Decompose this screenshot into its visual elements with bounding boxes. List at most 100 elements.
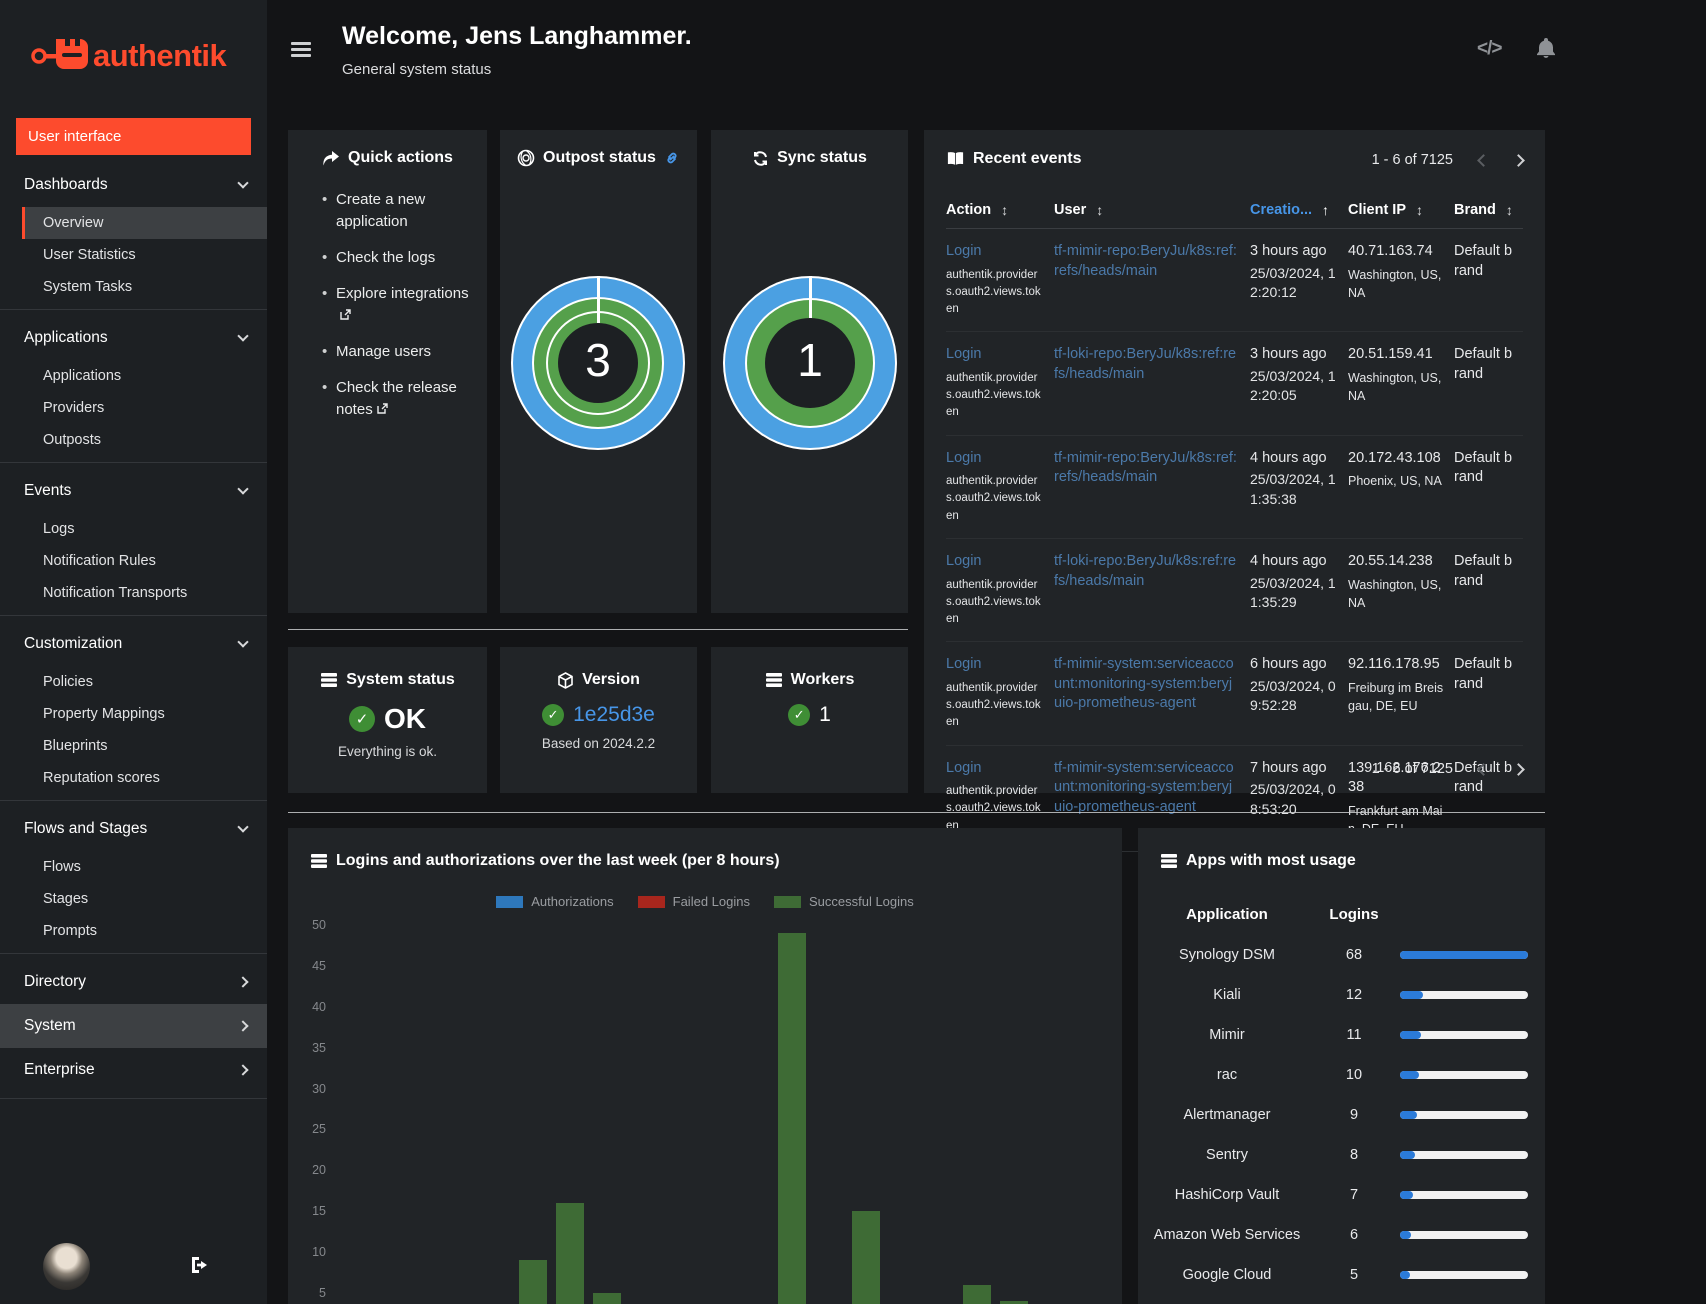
sidebar-item-notification-transports[interactable]: Notification Transports <box>22 577 267 609</box>
event-timestamp: 25/03/2024, 12:20:12 <box>1250 264 1336 301</box>
sidebar-item-outposts[interactable]: Outposts <box>22 424 267 456</box>
event-user-link[interactable]: tf-mimir-repo:BeryJu/k8s:ref:refs/heads/… <box>1054 449 1240 488</box>
event-action-link[interactable]: Login <box>946 242 1044 262</box>
sidebar-item-blueprints[interactable]: Blueprints <box>22 730 267 762</box>
api-browser-icon[interactable]: </> <box>1477 38 1503 60</box>
sidebar-divider <box>0 800 267 801</box>
sidebar-group-label: Customization <box>24 635 123 652</box>
quick-action-link[interactable]: Check the release notes <box>322 377 477 421</box>
notification-bell-icon[interactable] <box>1535 36 1557 60</box>
apps-table-row: Sentry 8 <box>1138 1135 1545 1175</box>
sidebar-divider <box>0 953 267 954</box>
column-header-action[interactable]: Action ↕ <box>946 202 1054 218</box>
quick-action-link[interactable]: Create a new application <box>322 189 477 233</box>
sidebar-item-property-mappings[interactable]: Property Mappings <box>22 698 267 730</box>
sidebar-item-prompts[interactable]: Prompts <box>22 915 267 947</box>
event-user-link[interactable]: tf-mimir-system:serviceaccount:monitorin… <box>1054 759 1240 818</box>
sidebar-item-system-tasks[interactable]: System Tasks <box>22 271 267 303</box>
column-header-creatio[interactable]: Creatio... ↑ <box>1250 202 1348 218</box>
app-name: Synology DSM <box>1179 947 1275 963</box>
sort-icon[interactable]: ↕ <box>1096 202 1103 218</box>
version-title: Version <box>582 671 640 688</box>
sidebar-group-applications[interactable]: Applications <box>0 316 267 360</box>
sidebar-item-flows[interactable]: Flows <box>22 851 267 883</box>
sync-icon <box>752 150 769 167</box>
app-usage-progress-bar <box>1400 1111 1528 1119</box>
pagination-next-icon[interactable] <box>1512 153 1525 167</box>
outpost-status-donut: 3 <box>511 276 685 450</box>
sidebar-item-reputation-scores[interactable]: Reputation scores <box>22 762 267 794</box>
chevron-down-icon <box>237 330 249 342</box>
event-action-link[interactable]: Login <box>946 759 1044 779</box>
event-timestamp: 25/03/2024, 11:35:38 <box>1250 471 1336 507</box>
outpost-status-card: Outpost status 3 <box>500 130 697 613</box>
chart-bar-successful-logins <box>593 1293 622 1304</box>
sidebar-group-enterprise[interactable]: Enterprise <box>0 1048 267 1092</box>
quick-action-link[interactable]: Explore integrations <box>322 283 477 327</box>
event-action-link[interactable]: Login <box>946 449 1044 469</box>
app-name: Alertmanager <box>1183 1107 1271 1123</box>
app-usage-progress-fill <box>1400 1151 1415 1159</box>
sidebar-group-dashboards[interactable]: Dashboards <box>0 163 267 207</box>
outpost-icon <box>517 149 535 167</box>
sidebar-item-user-statistics[interactable]: User Statistics <box>22 239 267 271</box>
event-action-link[interactable]: Login <box>946 345 1044 365</box>
column-header-clientip[interactable]: Client IP ↕ <box>1348 202 1454 218</box>
app-usage-progress-fill <box>1400 951 1528 959</box>
app-name: Sentry <box>1206 1147 1248 1163</box>
sort-asc-icon[interactable]: ↑ <box>1322 202 1329 218</box>
version-value-link[interactable]: 1e25d3e <box>573 703 655 727</box>
outpost-link-icon[interactable] <box>664 150 680 166</box>
sidebar-group-system[interactable]: System <box>0 1004 267 1048</box>
sidebar-group-directory[interactable]: Directory <box>0 960 267 1004</box>
pagination-prev-icon[interactable] <box>1477 153 1490 167</box>
column-label: User <box>1054 202 1087 218</box>
event-action-link[interactable]: Login <box>946 552 1044 572</box>
event-brand: Default brand <box>1454 243 1513 279</box>
sort-icon[interactable]: ↕ <box>1506 202 1513 218</box>
app-usage-progress-bar <box>1400 1031 1528 1039</box>
quick-action-link[interactable]: Check the logs <box>322 247 477 269</box>
event-ip: 20.55.14.238 <box>1348 552 1433 569</box>
event-user-link[interactable]: tf-loki-repo:BeryJu/k8s:ref:refs/heads/m… <box>1054 552 1240 591</box>
authentik-logo[interactable]: authentik <box>0 0 267 104</box>
y-axis-tick-label: 45 <box>312 958 326 973</box>
sidebar-item-logs[interactable]: Logs <box>22 513 267 545</box>
event-relative-time: 7 hours ago <box>1250 759 1327 776</box>
sidebar-group-flows-and-stages[interactable]: Flows and Stages <box>0 807 267 851</box>
sidebar-group-label: Enterprise <box>24 1061 95 1078</box>
app-name: Mimir <box>1209 1027 1245 1043</box>
avatar[interactable] <box>43 1243 90 1290</box>
sidebar-item-policies[interactable]: Policies <box>22 666 267 698</box>
sidebar-item-notification-rules[interactable]: Notification Rules <box>22 545 267 577</box>
sidebar-item-overview[interactable]: Overview <box>22 207 267 239</box>
quick-action-link[interactable]: Manage users <box>322 341 477 363</box>
pagination-prev-icon[interactable] <box>1477 762 1490 776</box>
y-axis-tick-label: 20 <box>312 1163 326 1178</box>
donut-count: 3 <box>585 334 611 386</box>
app-name: rac <box>1216 1067 1238 1083</box>
sidebar-group-label: Events <box>24 482 72 499</box>
sort-icon[interactable]: ↕ <box>1001 202 1008 218</box>
pagination-next-icon[interactable] <box>1512 762 1525 776</box>
column-header-brand[interactable]: Brand ↕ <box>1454 202 1523 218</box>
sign-out-icon[interactable] <box>190 1256 210 1274</box>
sidebar-group-events[interactable]: Events <box>0 469 267 513</box>
apps-table-row: Google Cloud 5 <box>1138 1255 1545 1295</box>
sidebar-item-applications[interactable]: Applications <box>22 360 267 392</box>
sort-icon[interactable]: ↕ <box>1416 202 1423 218</box>
divider <box>288 629 908 630</box>
event-user-link[interactable]: tf-mimir-repo:BeryJu/k8s:ref:refs/heads/… <box>1054 242 1240 281</box>
sidebar-divider <box>0 309 267 310</box>
sidebar-group-label: Dashboards <box>24 176 108 193</box>
event-user-link[interactable]: tf-mimir-system:serviceaccount:monitorin… <box>1054 655 1240 714</box>
donut-segment-divider <box>596 276 600 323</box>
sidebar-group-customization[interactable]: Customization <box>0 622 267 666</box>
sidebar-item-providers[interactable]: Providers <box>22 392 267 424</box>
event-action-link[interactable]: Login <box>946 655 1044 675</box>
sidebar-item-stages[interactable]: Stages <box>22 883 267 915</box>
user-interface-button[interactable]: User interface <box>16 118 251 155</box>
event-user-link[interactable]: tf-loki-repo:BeryJu/k8s:ref:refs/heads/m… <box>1054 345 1240 384</box>
column-header-user[interactable]: User ↕ <box>1054 202 1250 218</box>
hamburger-menu-icon[interactable] <box>291 42 311 60</box>
